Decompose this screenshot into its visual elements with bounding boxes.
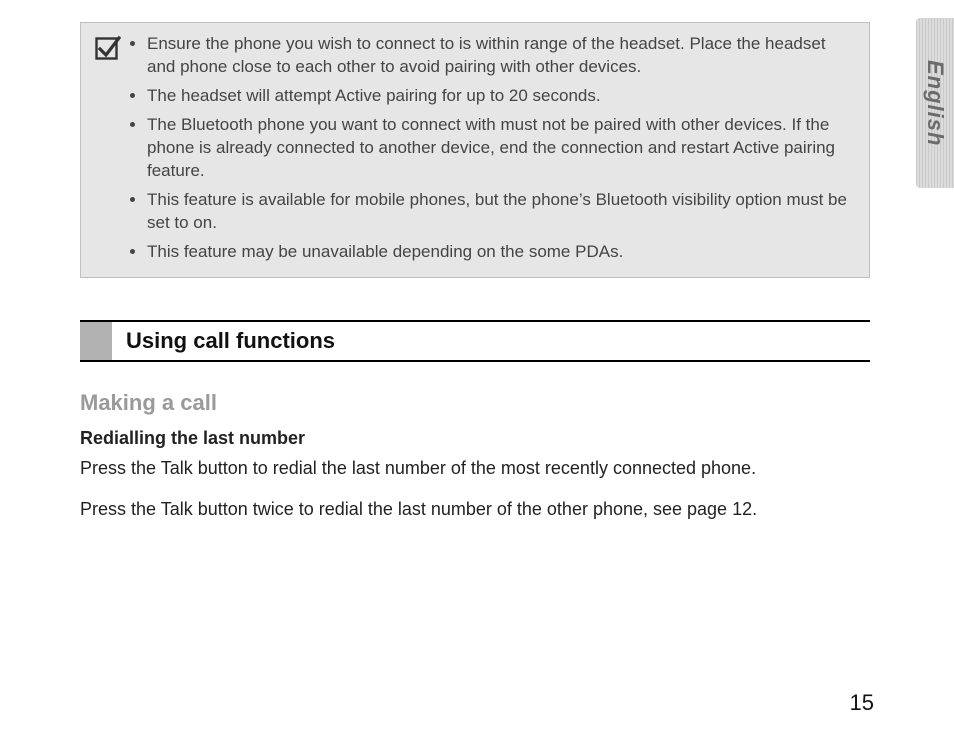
section-heading-lead (80, 322, 112, 360)
section-heading-title: Using call functions (112, 322, 870, 360)
body-paragraph: Press the Talk button twice to redial th… (80, 496, 870, 522)
checkbox-icon (95, 35, 129, 61)
list-item: Ensure the phone you wish to connect to … (147, 33, 855, 79)
body-paragraph: Press the Talk button to redial the last… (80, 455, 870, 481)
language-tab: English (916, 18, 954, 188)
subsection-heading: Making a call (80, 390, 870, 416)
list-item: This feature may be unavailable dependin… (147, 241, 855, 264)
page-number: 15 (850, 690, 874, 716)
list-item: The Bluetooth phone you want to connect … (147, 114, 855, 183)
info-list: Ensure the phone you wish to connect to … (129, 33, 855, 263)
page-content: Ensure the phone you wish to connect to … (80, 22, 870, 522)
info-box: Ensure the phone you wish to connect to … (80, 22, 870, 278)
section-heading: Using call functions (80, 320, 870, 362)
language-tab-label: English (922, 60, 948, 146)
list-item: This feature is available for mobile pho… (147, 189, 855, 235)
list-item: The headset will attempt Active pairing … (147, 85, 855, 108)
subsubsection-heading: Redialling the last number (80, 428, 870, 449)
